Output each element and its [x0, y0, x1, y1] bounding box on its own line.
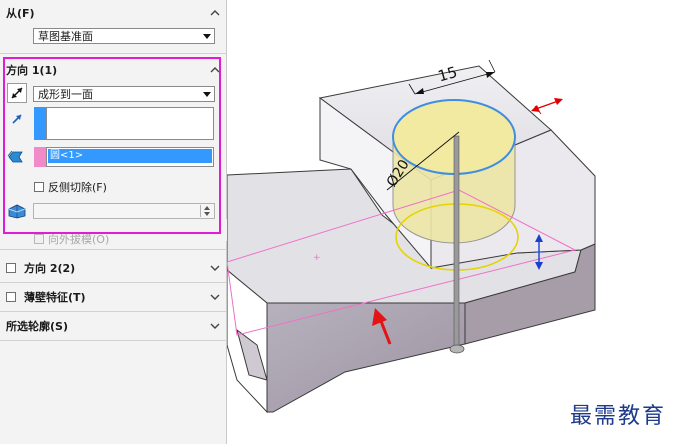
dropdown-arrow-icon[interactable]: [200, 29, 214, 43]
face-selection-box[interactable]: [46, 107, 214, 140]
section-selected-contours-header[interactable]: 所选轮廓(S): [0, 315, 226, 337]
divider: [0, 340, 226, 341]
reverse-cut-checkbox[interactable]: [34, 182, 44, 192]
draft-outward-label: 向外拔模(O): [48, 233, 110, 246]
draft-outward-checkbox: [34, 234, 44, 244]
red-axis-arrow-icon[interactable]: [531, 98, 563, 115]
reverse-direction-icon[interactable]: [7, 83, 27, 103]
reverse-cut-option[interactable]: 反侧切除(F): [34, 179, 107, 195]
chevron-down-icon[interactable]: [204, 315, 226, 337]
dropdown-arrow-icon[interactable]: [200, 87, 214, 101]
divider: [0, 53, 226, 54]
contour-selection-box[interactable]: 圆<1>: [46, 147, 214, 167]
draft-angle-icon[interactable]: [6, 201, 28, 221]
chevron-up-icon[interactable]: [204, 59, 226, 81]
direction2-checkbox[interactable]: [6, 263, 16, 273]
section-selected-contours-title: 所选轮廓(S): [6, 320, 68, 333]
thin-feature-checkbox[interactable]: [6, 292, 16, 302]
selection-color-swatch-blue: [34, 107, 46, 140]
divider: [0, 249, 226, 250]
watermark-text: 最需教育: [569, 404, 666, 429]
end-condition-value: 成形到一面: [38, 88, 93, 101]
extrude-axis[interactable]: [453, 135, 460, 351]
section-from-title: 从(F): [6, 7, 35, 20]
base-front-face[interactable]: [266, 302, 466, 413]
from-select-value: 草图基准面: [38, 30, 93, 43]
reverse-cut-label: 反侧切除(F): [48, 181, 107, 194]
section-direction2-title: 方向 2(2): [24, 262, 76, 275]
draft-angle-spinner[interactable]: [200, 205, 213, 217]
origin-marker: +: [313, 253, 321, 263]
model-view[interactable]: + 15 Ø20: [226, 0, 676, 444]
section-thin-feature-header[interactable]: 薄壁特征(T): [0, 286, 226, 308]
section-direction1-header[interactable]: 方向 1(1): [0, 59, 226, 81]
property-manager-panel: 从(F) 草图基准面 方向 1(1) 成形到一面 圆<1> 反侧切除(F) 向外…: [0, 0, 227, 444]
draft-outward-option: 向外拔模(O): [34, 231, 109, 247]
section-direction2-header[interactable]: 方向 2(2): [0, 257, 226, 279]
end-condition-select[interactable]: 成形到一面: [33, 86, 215, 102]
divider: [0, 311, 226, 312]
selection-color-swatch-pink: [34, 147, 46, 167]
chevron-down-icon[interactable]: [204, 257, 226, 279]
draft-angle-input[interactable]: [33, 203, 215, 219]
chevron-down-icon[interactable]: [204, 286, 226, 308]
from-select[interactable]: 草图基准面: [33, 28, 215, 44]
section-direction1-title: 方向 1(1): [6, 64, 58, 77]
contour-list-item[interactable]: 圆<1>: [48, 149, 212, 163]
direction-vector-icon: [7, 109, 27, 129]
sketch-contour-icon: [6, 147, 26, 167]
section-thin-feature-title: 薄壁特征(T): [24, 291, 86, 304]
divider: [0, 282, 226, 283]
graphics-viewport[interactable]: + 15 Ø20 最需教育: [226, 0, 676, 444]
section-from-header[interactable]: 从(F): [0, 2, 226, 24]
spin-down-icon[interactable]: [201, 211, 213, 217]
axis-end-handle[interactable]: [449, 344, 465, 354]
chevron-up-icon[interactable]: [204, 2, 226, 24]
